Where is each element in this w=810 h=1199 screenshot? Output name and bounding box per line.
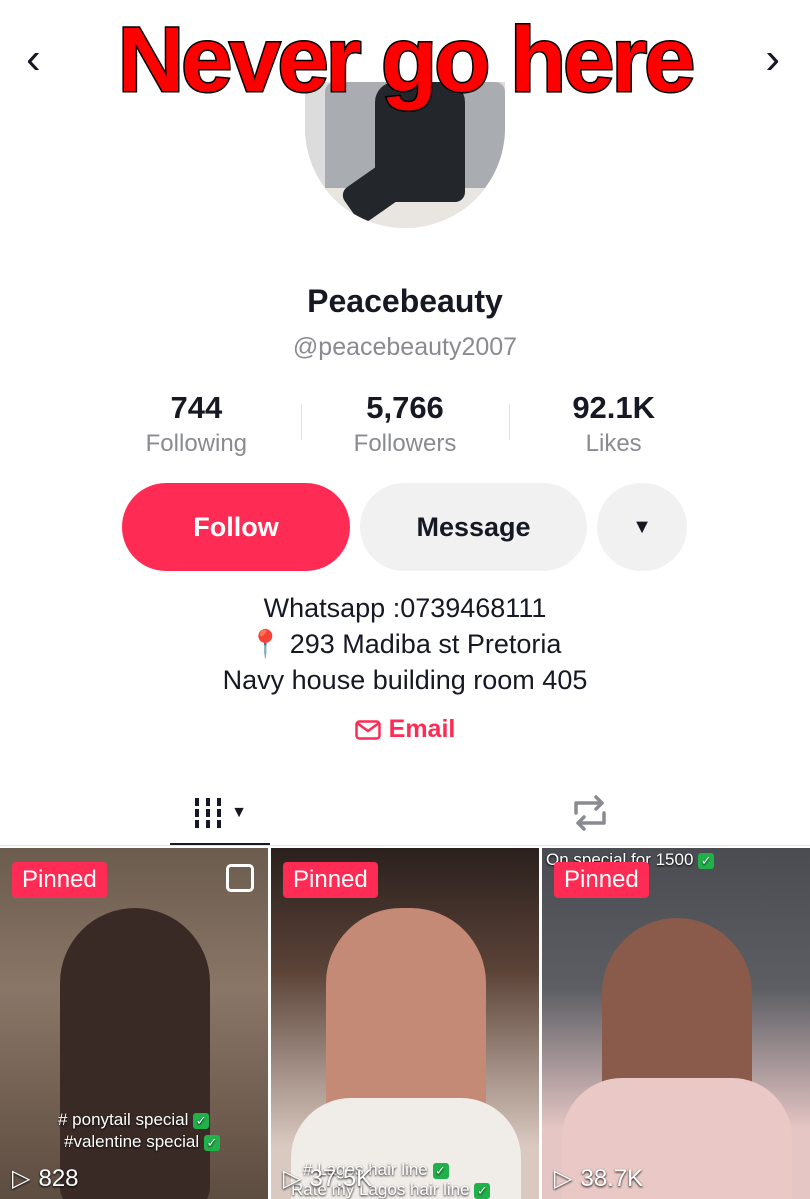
stat-likes[interactable]: 92.1K Likes: [509, 390, 718, 465]
video-thumbnail[interactable]: On special for 1500 ✓ Pinned ▷ 38.7K: [542, 848, 810, 1199]
video-grid: Pinned # ponytail special ✓ #valentine s…: [0, 848, 810, 1199]
stat-value: 744: [170, 390, 223, 425]
view-count: ▷ 828: [12, 1164, 79, 1193]
stat-label: Following: [145, 430, 248, 457]
profile-stats: 744 Following 5,766 Followers 92.1K Like…: [92, 390, 718, 465]
overlay-title: Never go here: [116, 7, 697, 112]
multi-image-icon: [226, 864, 254, 892]
triangle-down-icon: ▼: [632, 515, 652, 538]
stat-label: Likes: [585, 430, 642, 457]
follow-button[interactable]: Follow: [122, 483, 350, 571]
more-dropdown-button[interactable]: ▼: [597, 483, 687, 571]
pinned-badge: Pinned: [283, 862, 378, 898]
pinned-badge: Pinned: [554, 862, 649, 898]
bio-line: Navy house building room 405: [222, 665, 588, 695]
bio-line: Whatsapp :0739468111: [263, 593, 547, 623]
profile-bio: Whatsapp :0739468111 📍 293 Madiba st Pre…: [0, 590, 810, 698]
profile-tabs: ▼: [0, 780, 810, 846]
video-thumbnail[interactable]: Pinned # ponytail special ✓ #valentine s…: [0, 848, 268, 1199]
pin-icon: 📍: [248, 629, 283, 659]
pinned-badge: Pinned: [12, 862, 107, 898]
play-icon: ▷: [283, 1165, 302, 1192]
share-icon[interactable]: ›: [765, 34, 780, 84]
video-thumbnail[interactable]: Pinned # Lagos hair line ✓ Rate my Lagos…: [271, 848, 539, 1199]
stat-value: 5,766: [366, 390, 444, 425]
chevron-left-icon[interactable]: ‹: [26, 34, 41, 84]
view-count: ▷ 37.5K: [283, 1164, 373, 1193]
tab-reposts[interactable]: [560, 780, 620, 846]
message-button[interactable]: Message: [360, 483, 587, 571]
bio-line: 📍 293 Madiba st Pretoria: [248, 629, 562, 659]
grid-icon: [195, 798, 222, 828]
email-link[interactable]: Email: [0, 715, 810, 744]
video-caption: # ponytail special ✓: [58, 1110, 210, 1130]
divider: [0, 845, 810, 846]
stat-label: Followers: [353, 430, 457, 457]
profile-name: Peacebeauty: [307, 283, 503, 319]
tab-videos[interactable]: ▼: [170, 780, 270, 846]
stat-followers[interactable]: 5,766 Followers: [300, 390, 510, 465]
profile-handle: @peacebeauty2007: [292, 333, 518, 361]
mail-icon: [354, 719, 381, 740]
chevron-down-icon: ▼: [231, 804, 247, 821]
email-label: Email: [388, 715, 456, 743]
video-caption: #valentine special ✓: [64, 1132, 220, 1152]
play-icon: ▷: [554, 1165, 573, 1192]
stat-value: 92.1K: [572, 390, 656, 425]
stat-following[interactable]: 744 Following: [92, 390, 301, 465]
play-icon: ▷: [12, 1165, 31, 1192]
view-count: ▷ 38.7K: [554, 1164, 644, 1193]
repost-icon: [574, 795, 606, 831]
